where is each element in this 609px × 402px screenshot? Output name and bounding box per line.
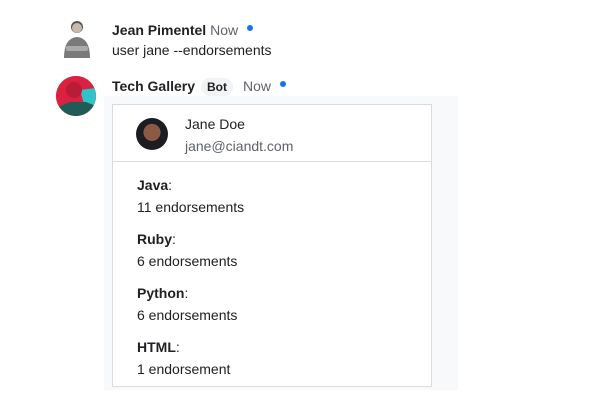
avatar-jean-pimentel[interactable]: [60, 18, 94, 58]
skills-list: Java: 11 endorsements Ruby: 6 endorsements…: [113, 162, 431, 380]
avatar-tech-gallery[interactable]: [56, 76, 96, 116]
timestamp: Now: [210, 22, 239, 38]
endorsement-card: Jane Doe jane@ciandt.com Java: 11 endorse…: [112, 104, 432, 387]
user-name: Jane Doe: [185, 116, 245, 132]
unread-dot-icon: [280, 80, 287, 87]
message-header: Tech Gallery Bot Now: [112, 78, 287, 96]
skill-item: HTML: 1 endorsement: [137, 336, 407, 380]
bot-badge: Bot: [201, 78, 234, 96]
message-header: Jean Pimentel Now: [112, 22, 254, 40]
timestamp: Now: [243, 78, 272, 94]
sender-name[interactable]: Tech Gallery: [112, 78, 195, 94]
unread-dot-icon: [247, 24, 254, 31]
skill-item: Java: 11 endorsements: [137, 174, 407, 218]
endorsement-count: 1 endorsement: [137, 361, 231, 377]
skill-name: Python: [137, 285, 185, 301]
card-header: Jane Doe jane@ciandt.com: [113, 105, 431, 162]
skill-name: HTML: [137, 339, 176, 355]
message-text: user jane --endorsements: [112, 42, 272, 58]
user-email: jane@ciandt.com: [185, 138, 294, 154]
skill-name: Java: [137, 177, 169, 193]
user-avatar: [136, 118, 168, 150]
endorsement-count: 6 endorsements: [137, 307, 238, 323]
skill-item: Ruby: 6 endorsements: [137, 228, 407, 272]
endorsement-count: 11 endorsements: [137, 199, 245, 215]
sender-name[interactable]: Jean Pimentel: [112, 22, 206, 38]
skill-name: Ruby: [137, 231, 172, 247]
endorsement-count: 6 endorsements: [137, 253, 238, 269]
skill-item: Python: 6 endorsements: [137, 282, 407, 326]
